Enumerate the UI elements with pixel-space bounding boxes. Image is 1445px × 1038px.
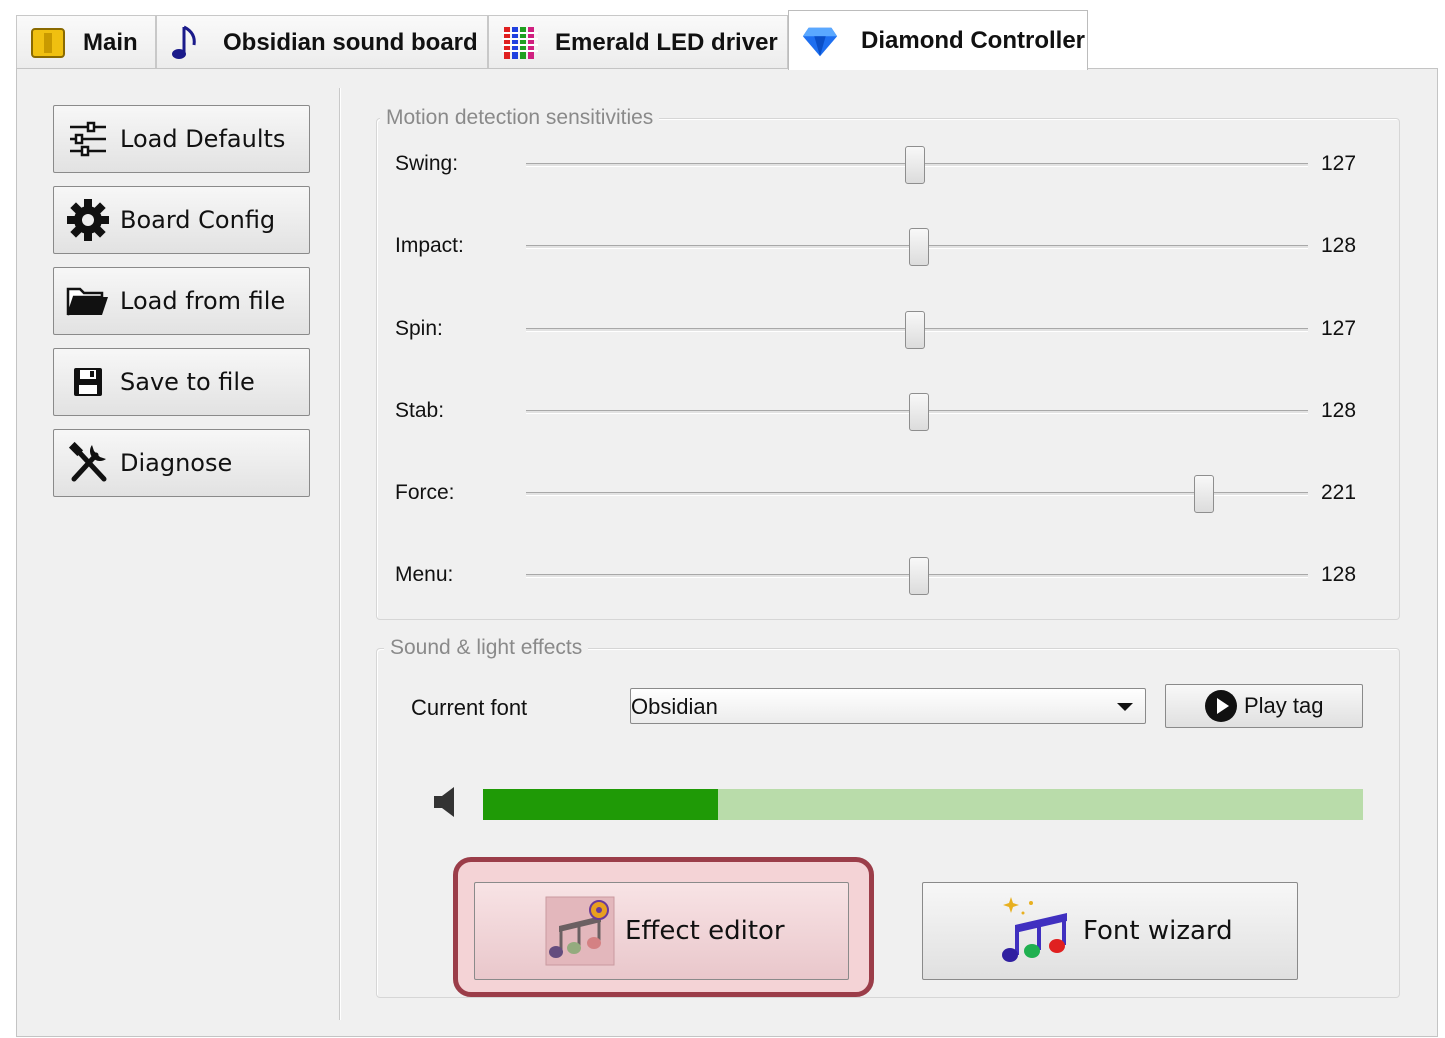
slider-row: Stab: 128 [395,391,1395,431]
play-tag-button[interactable]: Play tag [1165,684,1363,728]
music-note-icon [169,24,207,62]
load-defaults-label: Load Defaults [120,125,286,153]
volume-level [483,789,718,820]
slider-row: Impact: 128 [395,226,1395,266]
slider-label: Stab: [395,399,445,422]
board-config-label: Board Config [120,206,276,234]
save-to-file-label: Save to file [120,368,255,396]
diagnose-label: Diagnose [120,449,233,477]
slider-row: Force: 221 [395,473,1395,513]
tab-diamond-label: Diamond Controller [861,26,1086,54]
slider-value: 128 [1321,234,1357,257]
music-notes-sparkle-icon [997,895,1073,967]
slider-label: Impact: [395,234,464,257]
sound-light-group-title: Sound & light effects [384,636,589,660]
floppy-disk-icon [66,360,110,404]
sliders-icon [66,117,110,161]
slider-label: Force: [395,481,455,504]
slider-thumb[interactable] [1193,475,1214,513]
folder-open-icon [66,279,110,323]
tools-icon [66,441,110,485]
font-select-value: Obsidian [631,694,718,719]
play-circle-icon [1204,689,1238,723]
load-from-file-label: Load from file [120,287,286,315]
slider-value: 221 [1321,481,1357,504]
load-from-file-button[interactable]: Load from file [53,267,310,335]
tab-main-label: Main [83,28,138,56]
load-defaults-button[interactable]: Load Defaults [53,105,310,173]
slider-thumb[interactable] [908,228,929,266]
slider-row: Spin: 127 [395,309,1395,349]
tab-main[interactable]: Main [16,15,156,69]
speaker-icon [432,785,458,819]
slider-label: Spin: [395,317,443,340]
slider-track[interactable] [526,492,1308,496]
tab-emerald-label: Emerald LED driver [555,28,778,56]
slider-row: Swing: 127 [395,144,1395,184]
board-config-button[interactable]: Board Config [53,186,310,254]
diamond-icon [801,22,839,60]
tab-obsidian-sound-board[interactable]: Obsidian sound board [156,15,488,69]
current-font-label: Current font [411,695,528,720]
slider-row: Menu: 128 [395,555,1395,595]
tab-obsidian-label: Obsidian sound board [223,28,478,56]
led-matrix-icon [501,24,539,62]
dropdown-arrow-icon [1117,703,1133,711]
slider-thumb[interactable] [905,311,926,349]
effect-editor-button[interactable]: Effect editor [474,882,849,980]
motion-detection-group [376,118,1400,620]
font-wizard-button[interactable]: Font wizard [922,882,1298,980]
slider-value: 128 [1321,399,1357,422]
slider-thumb[interactable] [908,393,929,431]
slider-value: 127 [1321,317,1357,340]
yellow-board-icon [29,24,67,62]
tab-diamond-controller[interactable]: Diamond Controller [788,10,1088,70]
music-notes-gear-icon [545,896,615,966]
slider-thumb[interactable] [905,146,926,184]
slider-value: 127 [1321,152,1357,175]
diagnose-button[interactable]: Diagnose [53,429,310,497]
tab-emerald-led-driver[interactable]: Emerald LED driver [488,15,788,69]
motion-group-title: Motion detection sensitivities [380,106,660,130]
slider-label: Swing: [395,152,459,175]
effect-editor-label: Effect editor [625,916,785,946]
font-wizard-label: Font wizard [1083,916,1233,946]
volume-bar[interactable] [483,789,1363,820]
font-select[interactable]: Obsidian [630,688,1146,724]
save-to-file-button[interactable]: Save to file [53,348,310,416]
gear-icon [66,198,110,242]
slider-label: Menu: [395,563,454,586]
vertical-separator [339,88,341,1020]
play-tag-label: Play tag [1244,693,1324,718]
slider-thumb[interactable] [908,557,929,595]
slider-value: 128 [1321,563,1357,586]
